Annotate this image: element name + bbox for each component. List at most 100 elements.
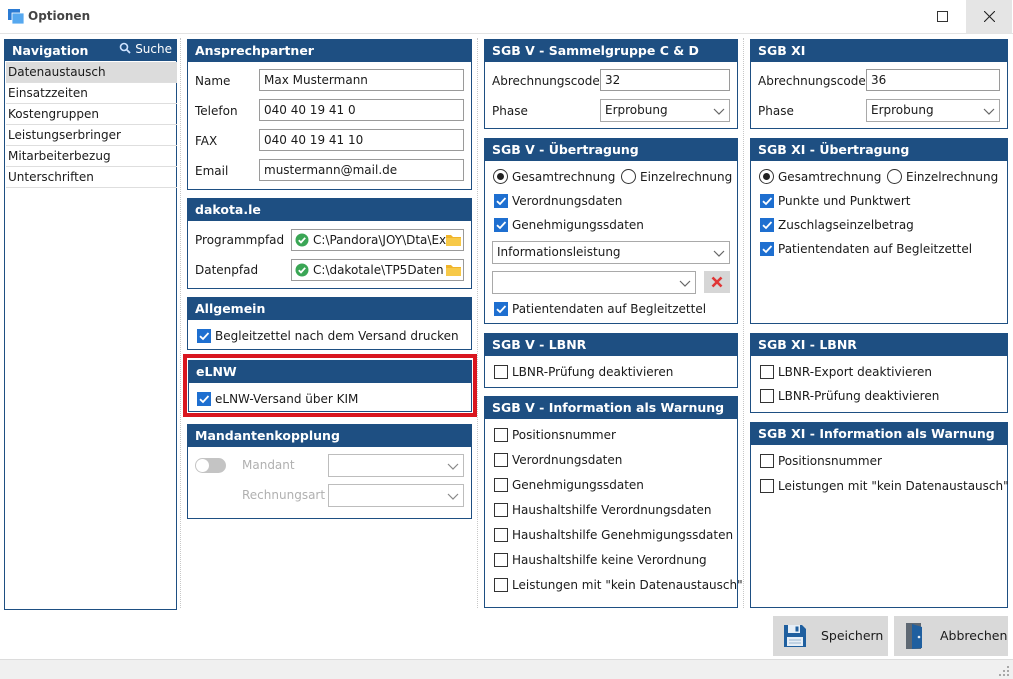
sgbxi-code-field[interactable]: 36 — [866, 69, 1000, 91]
email-label: Email — [195, 164, 229, 178]
mandant-toggle[interactable] — [195, 458, 226, 473]
resize-grip-icon[interactable] — [999, 666, 1009, 676]
delete-button[interactable] — [704, 271, 730, 293]
sgbv-info-select[interactable]: Informationsleistung — [492, 241, 730, 264]
toggle-knob — [196, 459, 209, 472]
chevron-down-icon — [983, 108, 995, 115]
search-label: Suche — [135, 42, 172, 56]
general-header: Allgemein — [188, 298, 471, 320]
sgbv-prescription-label: Verordnungsdaten — [512, 194, 623, 208]
close-button[interactable] — [966, 0, 1012, 33]
program-path-field[interactable]: C:\Pandora\JOY\Dta\Ex — [291, 229, 464, 251]
sgbv-patient-checkbox[interactable] — [494, 302, 508, 316]
sgbv-warn-label: Haushaltshilfe Genehmigungssdaten — [512, 528, 734, 542]
sgbxi-lbnr-check-checkbox[interactable] — [760, 389, 774, 403]
sgbxi-patient-checkbox[interactable] — [760, 242, 774, 256]
sgbxi-radio-total[interactable] — [759, 169, 774, 184]
sgbxi-surcharge-checkbox[interactable] — [760, 218, 774, 232]
mandant-panel: Mandantenkopplung Mandant Rechnungsart — [187, 424, 472, 519]
sgbv-warn-header: SGB V - Information als Warnung — [485, 397, 737, 419]
save-button[interactable]: Speichern — [773, 616, 888, 656]
nav-item-kostengruppen[interactable]: Kostengruppen — [6, 104, 177, 125]
nav-search[interactable]: Suche — [119, 42, 172, 56]
name-field[interactable]: Max Mustermann — [259, 69, 464, 91]
sgbxi-lbnr-export-checkbox[interactable] — [760, 365, 774, 379]
sgbxi-code-label: Abrechnungscode — [758, 74, 866, 88]
nav-item-datenaustausch[interactable]: Datenaustausch — [6, 62, 177, 83]
folder-icon[interactable] — [446, 233, 461, 246]
sgbv-warn-label: Genehmigungssdaten — [512, 478, 644, 492]
chevron-down-icon — [713, 108, 725, 115]
sgbv-radio-total-label: Gesamtrechnung — [512, 170, 616, 184]
sgbv-radio-single[interactable] — [621, 169, 636, 184]
sgbv-approval-checkbox[interactable] — [494, 218, 508, 232]
sgbxi-radio-single[interactable] — [887, 169, 902, 184]
elnw-panel: eLNW eLNW-Versand über KIM — [188, 360, 472, 412]
checkmark-icon — [199, 332, 210, 341]
fax-field[interactable]: 040 40 19 41 10 — [259, 129, 464, 151]
dakota-header: dakota.le — [188, 199, 471, 221]
sgbxi-warn-checkbox[interactable] — [760, 454, 774, 468]
nav-item-mitarbeiterbezug[interactable]: Mitarbeiterbezug — [6, 146, 177, 167]
sgbv-warn-checkbox[interactable] — [494, 553, 508, 567]
sgbv-group-panel: SGB V - Sammelgruppe C & D Abrechnungsco… — [484, 39, 738, 129]
sgbxi-warn-checkbox[interactable] — [760, 479, 774, 493]
cancel-button[interactable]: Abbrechen — [894, 616, 1008, 656]
sgbv-prescription-checkbox[interactable] — [494, 194, 508, 208]
check-ok-icon — [295, 263, 309, 277]
close-icon — [983, 11, 995, 22]
sgbxi-phase-label: Phase — [758, 104, 794, 118]
sgbv-radio-total[interactable] — [493, 169, 508, 184]
sgbv-warn-checkbox[interactable] — [494, 578, 508, 592]
sgbxi-patient-label: Patientendaten auf Begleitzettel — [778, 242, 973, 256]
sgbv-warn-checkbox[interactable] — [494, 453, 508, 467]
sgbv-phase-value: Erprobung — [605, 103, 668, 117]
email-field[interactable]: mustermann@mail.de — [259, 159, 464, 181]
data-path-field[interactable]: C:\dakotale\TP5Daten — [291, 259, 464, 281]
kim-checkbox[interactable] — [197, 392, 211, 406]
sgbv-warn-checkbox[interactable] — [494, 428, 508, 442]
maximize-button[interactable] — [919, 0, 965, 33]
sgbv-warn-checkbox[interactable] — [494, 503, 508, 517]
checkmark-icon — [199, 395, 210, 404]
nav-item-einsatzzeiten[interactable]: Einsatzzeiten — [6, 83, 177, 104]
status-bar — [0, 659, 1013, 679]
sgbv-extra-select[interactable] — [492, 271, 696, 294]
sgbv-warn-checkbox[interactable] — [494, 528, 508, 542]
sgbv-phase-select[interactable]: Erprobung — [600, 99, 730, 122]
mandant-label: Mandant — [242, 458, 295, 472]
nav-item-leistungserbringer[interactable]: Leistungserbringer — [6, 125, 177, 146]
app-icon — [8, 9, 24, 24]
sgbv-lbnr-header: SGB V - LBNR — [485, 334, 737, 356]
sgbxi-lbnr-check-label: LBNR-Prüfung deaktivieren — [778, 389, 940, 403]
program-path-label: Programmpfad — [195, 233, 285, 247]
print-label: Begleitzettel nach dem Versand drucken — [215, 329, 459, 343]
checkmark-icon — [496, 197, 507, 206]
nav-item-unterschriften[interactable]: Unterschriften — [6, 167, 177, 188]
sgbxi-phase-select[interactable]: Erprobung — [866, 99, 1000, 122]
sgbv-approval-label: Genehmigungssdaten — [512, 218, 644, 232]
mandant-select[interactable] — [328, 454, 464, 477]
sgbv-code-label: Abrechnungscode — [492, 74, 600, 88]
sgbxi-points-checkbox[interactable] — [760, 194, 774, 208]
cancel-label: Abbrechen — [940, 628, 1008, 643]
search-icon — [120, 42, 131, 54]
sgbv-warn-label: Haushaltshilfe keine Verordnung — [512, 553, 707, 567]
sgbv-warn-panel: SGB V - Information als Warnung Position… — [484, 396, 743, 608]
sgbv-lbnr-checkbox[interactable] — [494, 365, 508, 379]
sgbv-radio-single-label: Einzelrechnung — [640, 170, 733, 184]
sgbxi-warn-label: Positionsnummer — [778, 454, 882, 468]
kim-label: eLNW-Versand über KIM — [215, 392, 359, 406]
check-ok-icon — [295, 233, 309, 247]
sgbv-transfer-header: SGB V - Übertragung — [485, 139, 737, 161]
sgbv-warn-checkbox[interactable] — [494, 478, 508, 492]
rechnungsart-select[interactable] — [328, 484, 464, 507]
column-divider — [743, 38, 744, 608]
sgbv-phase-label: Phase — [492, 104, 528, 118]
folder-icon[interactable] — [446, 263, 461, 276]
sgbv-code-field[interactable]: 32 — [600, 69, 730, 91]
column-divider — [180, 38, 181, 608]
print-checkbox[interactable] — [197, 329, 211, 343]
phone-field[interactable]: 040 40 19 41 0 — [259, 99, 464, 121]
general-panel: Allgemein Begleitzettel nach dem Versand… — [187, 297, 472, 350]
